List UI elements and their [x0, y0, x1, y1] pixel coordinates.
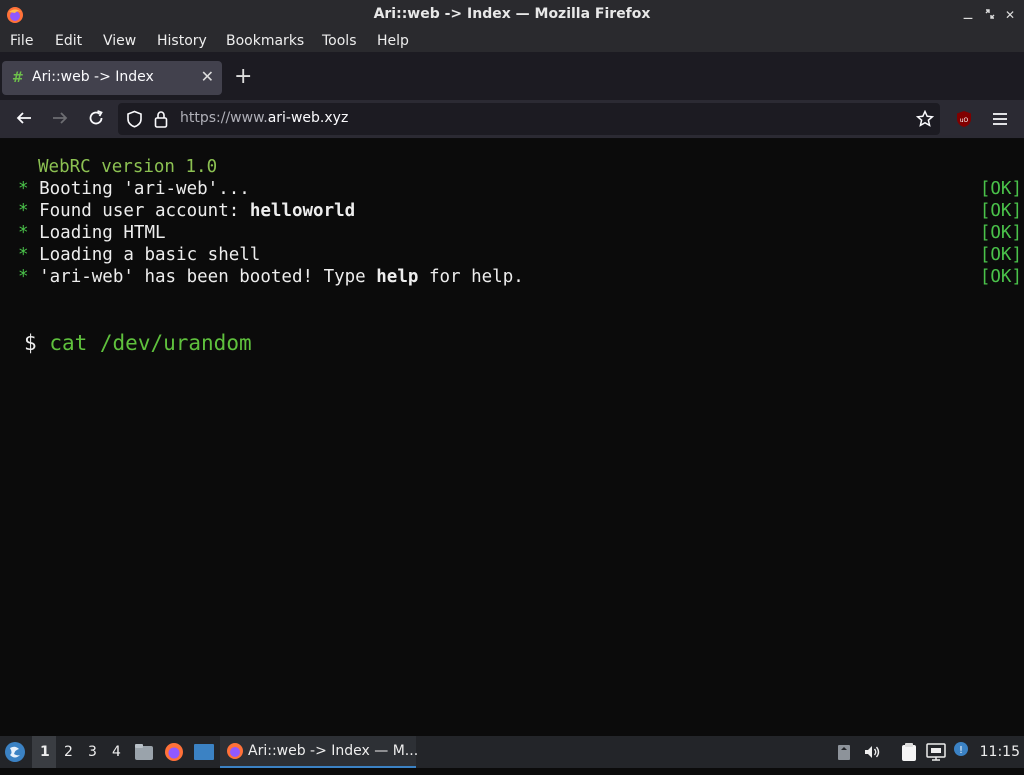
menu-view[interactable]: View — [103, 33, 136, 49]
menu-file[interactable]: File — [10, 33, 33, 49]
back-button[interactable] — [14, 109, 34, 129]
arrow-left-icon — [16, 112, 31, 124]
boot-line: * Loading a basic shell — [18, 245, 260, 267]
taskbar-window-title: Ari::web -> Index — M... — [248, 743, 419, 759]
status-ok-label: [OK] — [979, 201, 1022, 221]
url-domain: ari-web.xyz — [267, 110, 349, 126]
hash-favicon-icon: # — [12, 70, 24, 86]
taskbar-window-firefox[interactable]: Ari::web -> Index — M... — [220, 736, 419, 768]
minimize-button[interactable]: ⚊ — [960, 7, 976, 23]
svg-text:uO: uO — [960, 117, 969, 124]
menu-edit[interactable]: Edit — [55, 33, 82, 49]
updates-notification-icon[interactable]: ! — [953, 741, 971, 773]
menu-history[interactable]: History — [157, 33, 207, 49]
new-tab-button[interactable]: + — [234, 66, 252, 88]
restore-icon — [985, 9, 995, 19]
bullet: * — [18, 179, 29, 199]
lock-icon[interactable] — [154, 110, 168, 132]
shell-prompt[interactable]: $ cat /dev/urandom — [24, 331, 252, 355]
tab-ari-web-index[interactable]: # Ari::web -> Index ✕ — [2, 61, 222, 95]
tray-clipboard-icon[interactable] — [836, 743, 852, 775]
window-title: Ari::web -> Index — Mozilla Firefox — [373, 6, 651, 22]
navigation-toolbar: https://www.ari-web.xyz uO — [0, 100, 1024, 139]
status-ok-label: [OK] — [979, 223, 1022, 243]
svg-text:!: ! — [959, 745, 963, 756]
menu-tools[interactable]: Tools — [322, 33, 357, 49]
prompt-symbol: $ — [24, 331, 37, 355]
start-menu-icon[interactable] — [4, 741, 26, 773]
boot-line: * Found user account: helloworld — [18, 201, 355, 223]
url-text[interactable]: https://www.ari-web.xyz — [180, 110, 348, 126]
workspace-3[interactable]: 3 — [88, 744, 97, 760]
boot-line-text: Loading a basic shell — [39, 245, 261, 265]
window-titlebar: Ari::web -> Index — Mozilla Firefox ⚊ ✕ — [0, 0, 1024, 30]
status-ok-label: [OK] — [979, 179, 1022, 199]
bullet: * — [18, 201, 29, 221]
taskbar: 1 2 3 4 Ari::web -> Index — M... ! 11:15 — [0, 736, 1024, 768]
workspace-4[interactable]: 4 — [112, 744, 121, 760]
file-manager-icon[interactable] — [134, 742, 154, 774]
arrow-right-icon — [53, 112, 68, 124]
menu-bookmarks[interactable]: Bookmarks — [226, 33, 304, 49]
bullet: * — [18, 245, 29, 265]
workspace-1[interactable]: 1 — [40, 744, 50, 760]
url-prefix: https://www. — [180, 110, 268, 126]
boot-line-text: Found user account: — [39, 201, 250, 221]
tab-strip: # Ari::web -> Index ✕ + — [0, 52, 1024, 100]
bullet: * — [18, 223, 29, 243]
clock[interactable]: 11:15 — [980, 744, 1020, 760]
volume-icon[interactable] — [863, 743, 881, 775]
boot-line-text: Loading HTML — [39, 223, 166, 243]
terminal-header: WebRC version 1.0 — [38, 157, 218, 177]
reload-icon — [89, 110, 103, 125]
reload-button[interactable] — [86, 109, 106, 129]
boot-line-text: 'ari-web' has been booted! Type — [39, 267, 377, 287]
boot-line-text: Booting 'ari-web'... — [39, 179, 250, 199]
bullet: * — [18, 267, 29, 287]
help-keyword-bold: help — [376, 267, 419, 287]
shell-command-input[interactable]: cat /dev/urandom — [49, 331, 251, 355]
web-page-terminal: WebRC version 1.0 * Booting 'ari-web'...… — [0, 139, 1024, 736]
show-desktop-icon[interactable] — [193, 743, 215, 775]
boot-line: * Booting 'ari-web'... — [18, 179, 250, 201]
forward-button[interactable] — [50, 109, 70, 129]
bookmark-star-icon[interactable] — [915, 109, 935, 132]
firefox-launcher-icon[interactable] — [164, 742, 184, 774]
tracking-protection-shield-icon[interactable] — [126, 110, 143, 132]
status-ok-label: [OK] — [979, 267, 1022, 287]
url-bar[interactable]: https://www.ari-web.xyz — [118, 103, 940, 135]
boot-line-text-after: for help. — [418, 267, 524, 287]
menu-help[interactable]: Help — [377, 33, 409, 49]
notes-icon[interactable] — [900, 742, 918, 774]
status-ok-label: [OK] — [979, 245, 1022, 265]
username-bold: helloworld — [249, 201, 356, 221]
hamburger-menu-icon[interactable] — [991, 110, 1009, 132]
close-window-button[interactable]: ✕ — [1002, 7, 1018, 23]
tab-title: Ari::web -> Index — [32, 69, 154, 85]
boot-line: * Loading HTML — [18, 223, 166, 245]
workspace-2[interactable]: 2 — [64, 744, 73, 760]
ublock-origin-extension-icon[interactable]: uO — [955, 110, 973, 132]
menu-bar: File Edit View History Bookmarks Tools H… — [0, 30, 1024, 52]
network-icon[interactable] — [926, 743, 946, 775]
maximize-button[interactable] — [982, 7, 998, 23]
close-tab-icon[interactable]: ✕ — [201, 67, 214, 86]
firefox-window-icon — [226, 742, 244, 764]
boot-line: * 'ari-web' has been booted! Type help f… — [18, 267, 524, 289]
